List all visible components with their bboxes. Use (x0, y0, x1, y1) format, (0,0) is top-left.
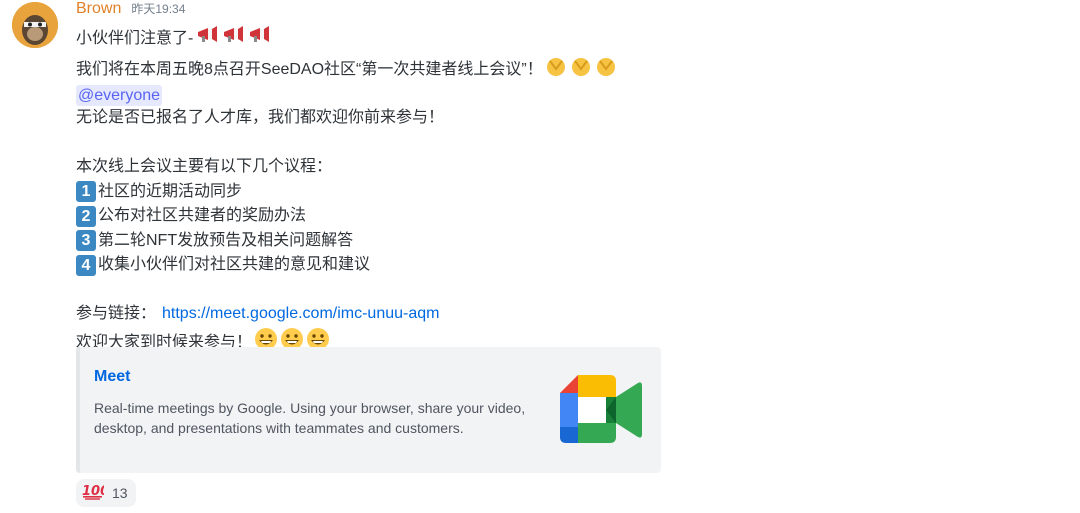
message-line-1: 小伙伴们注意了- (76, 24, 696, 55)
username[interactable]: Brown (76, 0, 121, 18)
keycap-one-icon: 1 (76, 181, 96, 203)
agenda-item-text: 第二轮NFT发放预告及相关问题解答 (98, 231, 354, 249)
chat-message: Brown 昨天19:34 小伙伴们注意了- 我们将在本周五晚8点召开SeeDA… (76, 0, 696, 359)
agenda-item-1: 1 社区的近期活动同步 (76, 180, 696, 205)
link-line: 参与链接： https://meet.google.com/imc-unuu-a… (76, 302, 696, 327)
link-label: 参与链接： (76, 305, 157, 322)
reaction-hundred[interactable]: 100 13 (76, 479, 136, 507)
keycap-four-icon: 4 (76, 254, 96, 276)
agenda-heading-text: 本次线上会议主要有以下几个议程： (76, 158, 333, 175)
meeting-announcement: 我们将在本周五晚8点召开SeeDAO社区“第一次共建者线上会议”！ (76, 60, 543, 78)
meet-link[interactable]: https://meet.google.com/imc-unuu-aqm (162, 302, 439, 327)
hundred-points-icon: 100 (82, 482, 109, 505)
agenda-item-text: 社区的近期活动同步 (98, 182, 243, 200)
reaction-count: 13 (112, 485, 128, 501)
agenda-item-2: 2 公布对社区共建者的奖励办法 (76, 204, 696, 229)
agenda-heading: 本次线上会议主要有以下几个议程： (76, 155, 696, 180)
message-header: Brown 昨天19:34 (76, 0, 696, 24)
megaphone-icon (195, 24, 273, 55)
embed-description: Real-time meetings by Google. Using your… (94, 400, 526, 436)
ape-avatar-icon (12, 2, 58, 48)
message-line-3: @everyone (76, 85, 696, 106)
announcement-text: 小伙伴们注意了- (76, 30, 194, 47)
google-meet-logo (558, 375, 644, 450)
message-line-4: 无论是否已报名了人才库，我们都欢迎你前来参与！ (76, 106, 696, 131)
keycap-two-icon: 2 (76, 205, 96, 227)
link-embed: Meet Real-time meetings by Google. Using… (76, 347, 661, 473)
agenda-item-3: 3 第二轮NFT发放预告及相关问题解答 (76, 229, 696, 254)
embed-title[interactable]: Meet (94, 368, 130, 386)
timestamp: 昨天19:34 (131, 2, 186, 16)
keycap-three-icon: 3 (76, 230, 96, 252)
agenda-item-text: 公布对社区共建者的奖励办法 (98, 207, 307, 224)
user-avatar[interactable] (12, 2, 58, 48)
agenda-item-text: 收集小伙伴们对社区共建的意见和建议 (98, 256, 371, 273)
everyone-mention[interactable]: @everyone (76, 85, 163, 106)
clapping-hands-icon (545, 55, 621, 86)
message-line-2: 我们将在本周五晚8点召开SeeDAO社区“第一次共建者线上会议”！ (76, 55, 696, 86)
agenda-item-4: 4 收集小伙伴们对社区共建的意见和建议 (76, 253, 696, 278)
welcome-text: 无论是否已报名了人才库，我们都欢迎你前来参与！ (76, 109, 445, 126)
